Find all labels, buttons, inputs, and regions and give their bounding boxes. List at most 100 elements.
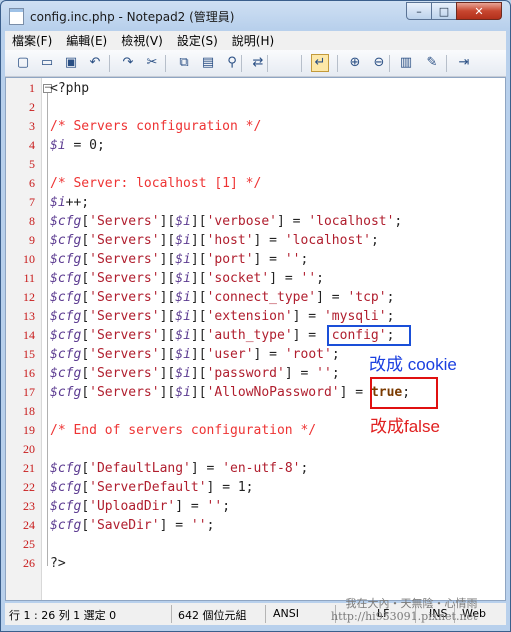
line-number: 21 — [23, 461, 35, 475]
code-token: ][ — [190, 366, 207, 381]
code-token: [ — [81, 347, 90, 362]
code-text: $cfg['Servers'][$i]['AllowNoPassword'] =… — [50, 383, 410, 402]
code-token: 'connect_type' — [206, 290, 317, 305]
code-token: ] = — [339, 385, 371, 400]
code-token: 'Servers' — [89, 347, 160, 362]
menu-settings[interactable]: 設定(S) — [170, 32, 225, 49]
code-token: ] = — [284, 366, 317, 381]
code-line[interactable]: 24 $cfg['SaveDir'] = ''; — [6, 516, 505, 535]
word-wrap-icon[interactable]: ↵ — [311, 54, 329, 72]
code-token: = 0; — [65, 138, 105, 153]
line-number: 17 — [23, 385, 35, 399]
redo-icon[interactable]: ↷ — [119, 54, 137, 72]
code-line[interactable]: 25 — [6, 535, 505, 554]
code-token: /* Servers configuration */ — [50, 119, 262, 134]
code-line[interactable]: 2 — [6, 98, 505, 117]
new-icon[interactable]: ▢ — [14, 54, 32, 72]
code-token: ; — [206, 518, 215, 533]
code-line[interactable]: 1 <?php — [6, 79, 505, 98]
line-number: 15 — [23, 347, 35, 361]
code-token: $i — [175, 252, 191, 267]
code-token: ][ — [159, 328, 176, 343]
code-line[interactable]: 11 $cfg['Servers'][$i]['socket'] = ''; — [6, 269, 505, 288]
code-token: ][ — [190, 271, 207, 286]
exit-icon[interactable]: ⇥ — [455, 54, 473, 72]
close-button[interactable]: ✕ — [456, 2, 502, 20]
code-line[interactable]: 7 $i++; — [6, 193, 505, 212]
code-line[interactable]: 20 — [6, 440, 505, 459]
watermark-line1: 我在大內・天無陰・心情雨 — [345, 597, 478, 610]
code-line[interactable]: 5 — [6, 155, 505, 174]
line-number: 1 — [29, 81, 35, 95]
code-text: $cfg['ServerDefault'] = 1; — [50, 478, 254, 497]
open-icon[interactable]: ▭ — [38, 54, 56, 72]
editor[interactable]: − 1 <?php 2 3/* Servers configuration */4 $i… — [5, 77, 506, 601]
code-token: [ — [81, 214, 90, 229]
settings-icon[interactable]: ▥ — [397, 54, 415, 72]
code-text: $cfg['Servers'][$i]['extension'] = 'mysq… — [50, 307, 394, 326]
menu-view[interactable]: 檢視(V) — [114, 32, 170, 49]
save-icon[interactable]: ▣ — [62, 54, 80, 72]
code-token: ] = — [316, 290, 348, 305]
code-line[interactable]: 10 $cfg['Servers'][$i]['port'] = ''; — [6, 250, 505, 269]
menu-help[interactable]: 說明(H) — [225, 32, 281, 49]
toolbar-separator — [389, 55, 390, 72]
line-number: 6 — [29, 176, 35, 190]
code-token: ][ — [190, 309, 207, 324]
code-token: $i — [50, 195, 66, 210]
paste-icon[interactable]: ▤ — [199, 54, 217, 72]
code-line[interactable]: 12 $cfg['Servers'][$i]['connect_type'] = … — [6, 288, 505, 307]
code-token: 'localhost' — [308, 214, 395, 229]
line-number: 26 — [23, 556, 35, 570]
title-bar[interactable]: config.inc.php - Notepad2 (管理員) – □ ✕ — [1, 1, 510, 31]
code-token: [ — [81, 461, 90, 476]
code-token: $i — [175, 328, 191, 343]
code-text: <?php — [50, 79, 89, 98]
code-line[interactable]: 4 $i = 0; — [6, 136, 505, 155]
code-token: 'user' — [206, 347, 254, 362]
code-token: 'mysqli' — [323, 309, 387, 324]
toolbar-separator — [446, 55, 447, 72]
code-line[interactable]: 3 /* Servers configuration */ — [6, 117, 505, 136]
code-token: '' — [300, 271, 317, 286]
maximize-button[interactable]: □ — [431, 2, 457, 20]
code-line[interactable]: 13 $cfg['Servers'][$i]['extension'] = 'my… — [6, 307, 505, 326]
code-token: $cfg — [50, 309, 82, 324]
code-token: $cfg — [50, 480, 82, 495]
menu-edit[interactable]: 編輯(E) — [59, 32, 114, 49]
code-line[interactable]: 22 $cfg['ServerDefault'] = 1; — [6, 478, 505, 497]
status-encoding[interactable]: ANSI — [273, 607, 299, 620]
line-number: 11 — [23, 271, 35, 285]
undo-icon[interactable]: ↶ — [86, 54, 104, 72]
code-token: [ — [81, 233, 90, 248]
line-number: 25 — [23, 537, 35, 551]
code-line[interactable]: 23 $cfg['UploadDir'] = ''; — [6, 497, 505, 516]
code-token: ] = — [277, 214, 309, 229]
code-token: 'root' — [284, 347, 332, 362]
code-text: $cfg['SaveDir'] = ''; — [50, 516, 214, 535]
code-line[interactable]: 9 $cfg['Servers'][$i]['host'] = 'localhos… — [6, 231, 505, 250]
code-text: $cfg['UploadDir'] = ''; — [50, 497, 230, 516]
line-number: 16 — [23, 366, 35, 380]
line-number: 24 — [23, 518, 35, 532]
find-icon[interactable]: ⚲ — [223, 54, 241, 72]
code-line[interactable]: 6 /* Server: localhost [1] */ — [6, 174, 505, 193]
zoom-in-icon[interactable]: ⊕ — [346, 54, 364, 72]
menu-file[interactable]: 檔案(F) — [5, 32, 59, 49]
code-token: 'Servers' — [89, 271, 160, 286]
code-token: 'Servers' — [89, 290, 160, 305]
code-token: ; — [386, 290, 395, 305]
code-token: [ — [81, 271, 90, 286]
cut-icon[interactable]: ✂ — [143, 54, 161, 72]
replace-icon[interactable]: ⇄ — [249, 54, 267, 72]
code-line[interactable]: 8 $cfg['Servers'][$i]['verbose'] = 'local… — [6, 212, 505, 231]
code-line[interactable]: 21 $cfg['DefaultLang'] = 'en-utf-8'; — [6, 459, 505, 478]
notepad2-app-icon[interactable] — [9, 8, 24, 25]
zoom-out-icon[interactable]: ⊖ — [370, 54, 388, 72]
minimize-button[interactable]: – — [406, 2, 432, 20]
code-token: $i — [175, 233, 191, 248]
code-line[interactable]: 26 ?> — [6, 554, 505, 573]
copy-icon[interactable]: ⧉ — [175, 54, 193, 72]
code-line[interactable]: 14 $cfg['Servers'][$i]['auth_type'] = 'co… — [6, 326, 505, 345]
scheme-icon[interactable]: ✎ — [423, 54, 441, 72]
